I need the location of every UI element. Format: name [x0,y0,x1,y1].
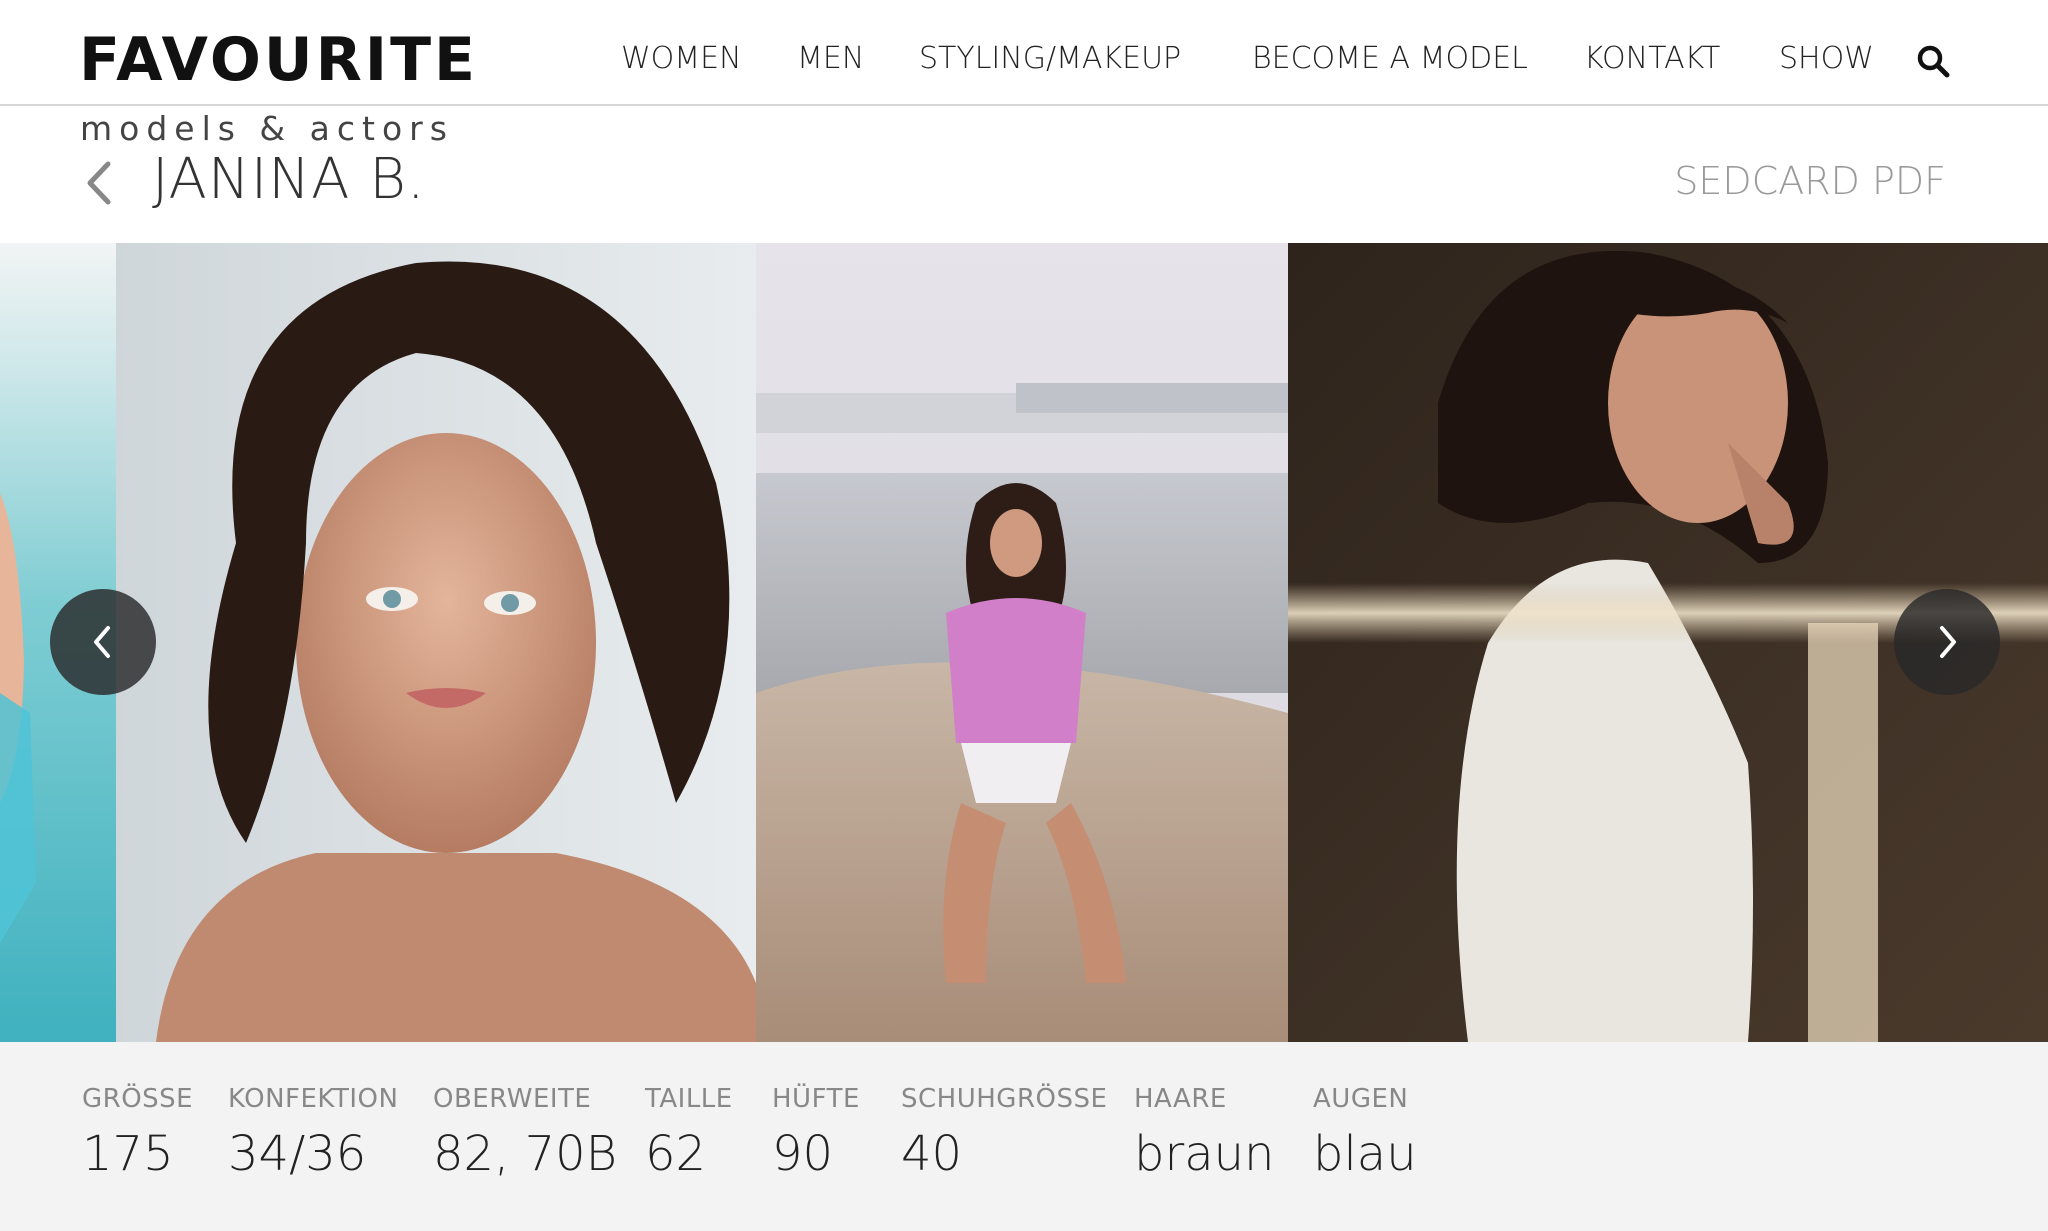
stat-value: 82, 70B [433,1126,618,1182]
sedcard-pdf-link[interactable]: SEDCARD PDF [1674,162,1946,200]
nav-item-women[interactable]: WOMEN [621,44,742,74]
stat-augen: AUGEN blau [1313,1086,1417,1178]
stat-label: KONFEKTION [228,1084,399,1114]
chevron-left-icon [94,626,110,658]
photo-gallery[interactable] [0,243,2048,1042]
gallery-photo-beach-shirt[interactable] [756,243,1288,1042]
stat-haare: HAARE braun [1134,1086,1274,1178]
nav-item-men[interactable]: MEN [797,44,864,74]
nav-item-kontakt[interactable]: KONTAKT [1584,44,1720,74]
gallery-next-button[interactable] [1894,589,2000,695]
stat-schuhgroesse: SCHUHGRÖSSE 40 [901,1086,1107,1178]
stat-value: 62 [645,1126,707,1182]
site-header: FAVOURITE WOMEN MEN STYLING/MAKEUP BECOM… [0,0,2048,106]
model-measurements: GRÖSSE 175 KONFEKTION 34/36 OBERWEITE 82… [0,1042,2048,1231]
nav-item-become-a-model[interactable]: BECOME A MODEL [1252,44,1528,74]
chevron-right-icon [1940,626,1956,658]
stat-value: 175 [82,1126,174,1182]
stat-label: OBERWEITE [433,1084,592,1114]
model-name: JANINA B. [152,147,426,212]
stat-value: braun [1134,1126,1275,1182]
stat-huefte: HÜFTE 90 [772,1086,860,1178]
stat-label: HAARE [1134,1084,1227,1114]
stat-value: 34/36 [228,1126,367,1182]
stat-value: 90 [772,1126,834,1182]
brand-logo[interactable]: FAVOURITE [79,30,478,90]
stat-value: blau [1313,1126,1417,1182]
stat-label: TAILLE [645,1084,733,1114]
stat-label: SCHUHGRÖSSE [901,1084,1108,1114]
stat-konfektion: KONFEKTION 34/36 [228,1086,398,1178]
stat-groesse: GRÖSSE 175 [82,1086,193,1178]
back-chevron-icon[interactable] [84,160,114,206]
search-icon[interactable] [1916,44,1950,78]
stat-label: GRÖSSE [82,1084,194,1114]
nav-item-show[interactable]: SHOW [1779,44,1874,74]
stat-value: 40 [901,1126,963,1182]
stat-label: AUGEN [1313,1084,1409,1114]
gallery-photo-portrait[interactable] [116,243,756,1042]
gallery-prev-button[interactable] [50,589,156,695]
brand-tagline: models & actors [80,109,454,148]
stat-taille: TAILLE 62 [645,1086,733,1178]
stat-label: HÜFTE [772,1084,860,1114]
stat-oberweite: OBERWEITE 82, 70B [433,1086,617,1178]
nav-item-styling-makeup[interactable]: STYLING/MAKEUP [919,44,1181,74]
